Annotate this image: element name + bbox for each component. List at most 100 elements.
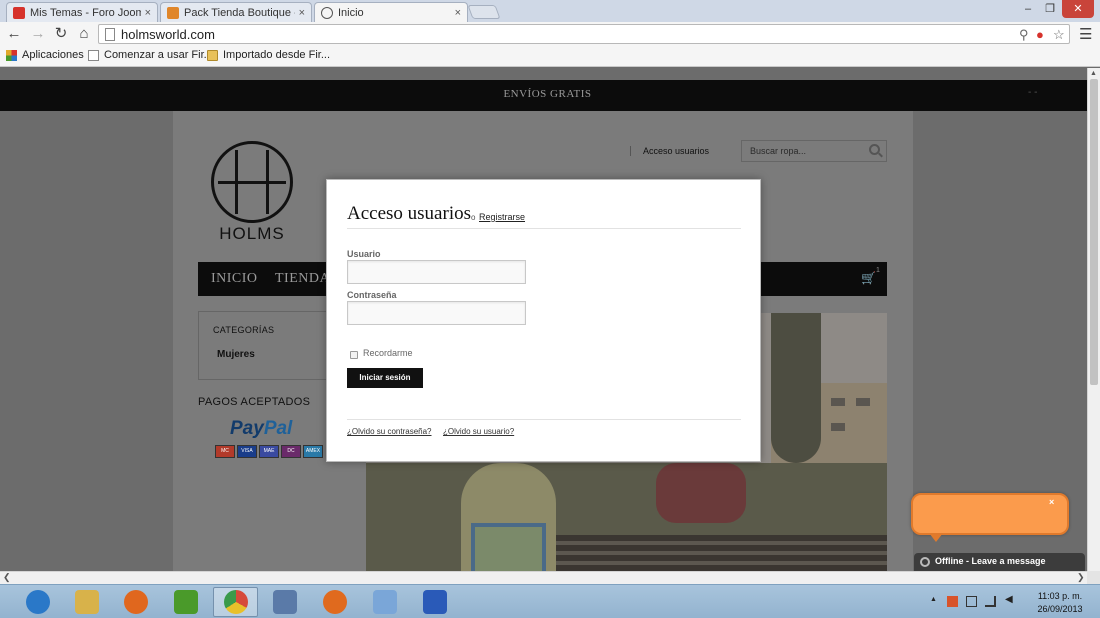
remember-checkbox[interactable]: [350, 351, 358, 359]
forward-arrow-icon[interactable]: →: [30, 26, 46, 42]
address-url: holmsworld.com: [121, 27, 215, 42]
taskbar-app-chrome[interactable]: [213, 587, 258, 617]
taskbar-app-ie[interactable]: [15, 587, 60, 617]
boutique-icon: [167, 6, 179, 19]
network-signal-icon[interactable]: [985, 596, 996, 607]
category-item-mujeres[interactable]: Mujeres: [217, 349, 255, 360]
card-logos: MC VISA MAE DC AMEX: [215, 445, 323, 458]
bookmark-aplicaciones[interactable]: Aplicaciones: [6, 49, 84, 61]
modal-title: Acceso usuarios: [347, 203, 471, 224]
payments-title: PAGOS ACEPTADOS: [198, 396, 311, 408]
scroll-right-icon[interactable]: ❯: [1077, 572, 1085, 583]
categories-title: CATEGORÍAS: [213, 325, 275, 335]
device-app-icon: [422, 590, 447, 614]
forgot-password-link[interactable]: ¿Olvido su contraseña?: [347, 427, 432, 436]
tray-app-icon[interactable]: [947, 596, 958, 607]
globe-icon: [321, 6, 333, 19]
scroll-left-icon[interactable]: ❮: [3, 572, 11, 583]
home-icon[interactable]: ⌂: [76, 26, 92, 42]
paypal-pal: Pal: [263, 418, 293, 439]
tab-foro-joomla[interactable]: Mis Temas - Foro Joomla! ×: [6, 2, 158, 22]
logo-text: HOLMS: [219, 224, 285, 243]
tray-expand-icon[interactable]: ▲: [930, 596, 941, 607]
bookmark-importado[interactable]: Importado desde Fir...: [207, 49, 330, 61]
clock-date: 26/09/2013: [1037, 604, 1083, 614]
chat-bar[interactable]: Offline - Leave a message: [914, 553, 1085, 571]
taskbar-app-device[interactable]: [412, 587, 457, 617]
address-bar[interactable]: holmsworld.com ⚲ ● ☆: [98, 24, 1070, 44]
restore-icon[interactable]: ❐: [1040, 2, 1060, 16]
search-icon[interactable]: [869, 144, 880, 155]
bookmarks-bar: Aplicaciones Comenzar a usar Fir... Impo…: [0, 46, 1100, 67]
bookmark-comenzar[interactable]: Comenzar a usar Fir...: [88, 49, 213, 61]
taskbar-app-firefox[interactable]: [312, 587, 357, 617]
search-input[interactable]: Buscar ropa...: [741, 140, 887, 162]
maestro-icon: MAE: [259, 445, 279, 458]
tab-label: Mis Temas - Foro Joomla!: [30, 6, 141, 19]
notepad-app-icon: [372, 590, 397, 614]
chat-close-icon[interactable]: ×: [1049, 497, 1054, 507]
username-field[interactable]: [347, 260, 526, 284]
search-zoom-icon[interactable]: ⚲: [1019, 27, 1029, 43]
horizontal-scrollbar[interactable]: ❮ ❯: [0, 571, 1087, 584]
scrollbar-thumb[interactable]: [1090, 79, 1098, 385]
nav-item-tienda[interactable]: TIENDA: [275, 271, 330, 287]
clock-time: 11:03 p. m.: [1037, 591, 1083, 601]
chat-status-icon: [920, 557, 930, 567]
taskbar-app-w[interactable]: [163, 587, 208, 617]
window-close-icon[interactable]: ✕: [1062, 0, 1094, 18]
divider: [347, 419, 741, 420]
bookmark-label: Aplicaciones: [22, 49, 84, 61]
paypal-pay: Pay: [230, 418, 264, 439]
tab-label: Pack Tienda Boutique - Ar: [184, 6, 295, 19]
new-tab-button[interactable]: [467, 5, 501, 19]
firefox-icon: [322, 590, 347, 614]
tray-action-center-icon[interactable]: [966, 596, 977, 607]
nav-item-inicio[interactable]: INICIO: [211, 271, 258, 287]
register-link[interactable]: Registrarse: [479, 212, 525, 222]
tab-close-icon[interactable]: ×: [145, 7, 151, 19]
tray-clock[interactable]: 11:03 p. m. 26/09/2013: [1030, 590, 1090, 616]
modal-or-text: o: [471, 213, 476, 222]
apps-grid-icon: [6, 49, 17, 61]
minimize-icon[interactable]: –: [1018, 2, 1038, 16]
divider: [347, 228, 741, 229]
chat-status-text: Offline - Leave a message: [935, 556, 1046, 566]
scrollbar-corner: [1087, 571, 1100, 584]
tab-strip: Mis Temas - Foro Joomla! × Pack Tienda B…: [0, 0, 1100, 22]
chat-bubble[interactable]: ×: [911, 493, 1069, 542]
remember-label[interactable]: Recordarme: [363, 348, 413, 358]
tab-pack-tienda[interactable]: Pack Tienda Boutique - Ar ×: [160, 2, 312, 22]
page-icon: [105, 28, 115, 41]
internet-explorer-icon: [25, 590, 50, 614]
chrome-menu-icon[interactable]: ☰: [1079, 25, 1092, 43]
reload-icon[interactable]: ↻: [53, 26, 69, 42]
volume-icon[interactable]: ◀: [1005, 594, 1016, 605]
taskbar-app-explorer[interactable]: [64, 587, 109, 617]
search-placeholder: Buscar ropa...: [750, 146, 807, 156]
vertical-scrollbar[interactable]: [1087, 68, 1100, 571]
site-logo[interactable]: HOLMS: [211, 141, 293, 247]
cart-count: 1: [876, 267, 880, 274]
tab-close-icon[interactable]: ×: [455, 7, 461, 19]
login-button[interactable]: Iniciar sesión: [347, 368, 423, 388]
forgot-username-link[interactable]: ¿Olvido su usuario?: [443, 427, 514, 436]
bookmark-label: Comenzar a usar Fir...: [104, 49, 213, 61]
bookmark-star-icon[interactable]: ☆: [1053, 27, 1065, 43]
header-login-link[interactable]: Acceso usuarios: [630, 146, 709, 156]
banner-right: - -: [1028, 87, 1038, 98]
w-app-icon: [173, 590, 198, 614]
cart-icon[interactable]: 🛒: [861, 271, 876, 285]
back-arrow-icon[interactable]: ←: [6, 26, 22, 42]
taskbar-app-network[interactable]: [262, 587, 307, 617]
password-field[interactable]: [347, 301, 526, 325]
scroll-up-icon[interactable]: ▲: [1090, 70, 1097, 77]
joomla-forum-icon: [13, 6, 25, 19]
paypal-logo: PayPal: [230, 418, 292, 440]
extension-icon[interactable]: ●: [1036, 27, 1044, 42]
taskbar-app-orange[interactable]: [113, 587, 158, 617]
taskbar-app-notepad[interactable]: [362, 587, 407, 617]
browser-toolbar: ← → ↻ ⌂ holmsworld.com ⚲ ● ☆ ☰: [0, 22, 1100, 46]
tab-inicio[interactable]: Inicio ×: [314, 2, 468, 22]
tab-close-icon[interactable]: ×: [299, 7, 305, 19]
